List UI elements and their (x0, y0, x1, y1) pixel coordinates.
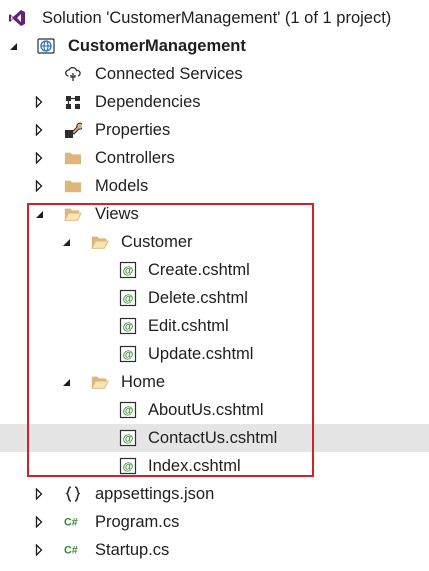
tree-label: Delete.cshtml (148, 289, 248, 307)
razor-file-icon: @ (119, 345, 137, 363)
razor-file-icon: @ (119, 457, 137, 475)
svg-text:@: @ (123, 265, 134, 277)
razor-file-icon: @ (119, 261, 137, 279)
folder-icon (64, 149, 82, 167)
tree-label: Edit.cshtml (148, 317, 229, 335)
tree-item-views[interactable]: Views (0, 200, 429, 228)
collapsed-arrow-icon[interactable] (32, 480, 46, 508)
tree-label: Program.cs (95, 513, 180, 531)
tree-item-connected-services[interactable]: Connected Services (0, 60, 429, 88)
razor-file-icon: @ (119, 289, 137, 307)
json-file-icon (64, 485, 82, 503)
expanded-arrow-icon[interactable] (59, 368, 73, 396)
collapsed-arrow-icon[interactable] (32, 116, 46, 144)
tree-label: Views (95, 205, 139, 223)
tree-label: Controllers (95, 149, 175, 167)
razor-file-icon: @ (119, 401, 137, 419)
open-folder-icon (91, 373, 109, 391)
tree-item-customer[interactable]: Customer (0, 228, 429, 256)
open-folder-icon (91, 233, 109, 251)
tree-label: appsettings.json (95, 485, 215, 503)
collapsed-arrow-icon[interactable] (32, 536, 46, 564)
tree-item-contactus-cshtml[interactable]: @ ContactUs.cshtml (0, 424, 429, 452)
tree-label: Home (121, 373, 166, 391)
tree-item-dependencies[interactable]: Dependencies (0, 88, 429, 116)
razor-file-icon: @ (119, 429, 137, 447)
collapsed-arrow-icon[interactable] (32, 88, 46, 116)
svg-text:@: @ (123, 461, 134, 473)
tree-label: AboutUs.cshtml (148, 401, 264, 419)
properties-wrench-icon (64, 121, 82, 139)
folder-icon (64, 177, 82, 195)
tree-label: Customer (121, 233, 193, 251)
tree-label: Dependencies (95, 93, 201, 111)
cloud-plug-icon (64, 65, 82, 83)
tree-item-solution[interactable]: Solution 'CustomerManagement' (1 of 1 pr… (0, 4, 429, 32)
tree-item-project[interactable]: CustomerManagement (0, 32, 429, 60)
tree-item-create-cshtml[interactable]: @ Create.cshtml (0, 256, 429, 284)
tree-label: ContactUs.cshtml (148, 429, 278, 447)
tree-label: Index.cshtml (148, 457, 241, 475)
tree-item-program-cs[interactable]: C# Program.cs (0, 508, 429, 536)
expanded-arrow-icon[interactable] (32, 200, 46, 228)
visual-studio-solution-icon (8, 9, 26, 27)
svg-text:C#: C# (64, 517, 78, 529)
tree-label: Properties (95, 121, 171, 139)
tree-label: Startup.cs (95, 541, 170, 559)
tree-item-properties[interactable]: Properties (0, 116, 429, 144)
tree-item-appsettings-json[interactable]: appsettings.json (0, 480, 429, 508)
tree-item-index-cshtml[interactable]: @ Index.cshtml (0, 452, 429, 480)
tree-label: Models (95, 177, 149, 195)
tree-item-home[interactable]: Home (0, 368, 429, 396)
collapsed-arrow-icon[interactable] (32, 508, 46, 536)
expanded-arrow-icon[interactable] (6, 32, 20, 60)
tree-item-models[interactable]: Models (0, 172, 429, 200)
expanded-arrow-icon[interactable] (59, 228, 73, 256)
open-folder-icon (64, 205, 82, 223)
svg-text:@: @ (123, 405, 134, 417)
svg-text:@: @ (123, 433, 134, 445)
csharp-file-icon: C# (64, 513, 82, 531)
svg-text:@: @ (123, 321, 134, 333)
tree-item-controllers[interactable]: Controllers (0, 144, 429, 172)
collapsed-arrow-icon[interactable] (32, 144, 46, 172)
collapsed-arrow-icon[interactable] (32, 172, 46, 200)
dependencies-icon (64, 93, 82, 111)
solution-label: Solution 'CustomerManagement' (1 of 1 pr… (42, 9, 392, 27)
svg-text:@: @ (123, 349, 134, 361)
tree-label: Update.cshtml (148, 345, 254, 363)
tree-item-edit-cshtml[interactable]: @ Edit.cshtml (0, 312, 429, 340)
tree-label: Create.cshtml (148, 261, 250, 279)
csharp-file-icon: C# (64, 541, 82, 559)
svg-text:@: @ (123, 293, 134, 305)
web-project-globe-icon (37, 37, 55, 55)
svg-text:C#: C# (64, 545, 78, 557)
tree-item-startup-cs[interactable]: C# Startup.cs (0, 536, 429, 564)
project-label: CustomerManagement (68, 37, 246, 55)
tree-label: Connected Services (95, 65, 243, 83)
razor-file-icon: @ (119, 317, 137, 335)
tree-item-delete-cshtml[interactable]: @ Delete.cshtml (0, 284, 429, 312)
tree-item-update-cshtml[interactable]: @ Update.cshtml (0, 340, 429, 368)
tree-item-aboutus-cshtml[interactable]: @ AboutUs.cshtml (0, 396, 429, 424)
